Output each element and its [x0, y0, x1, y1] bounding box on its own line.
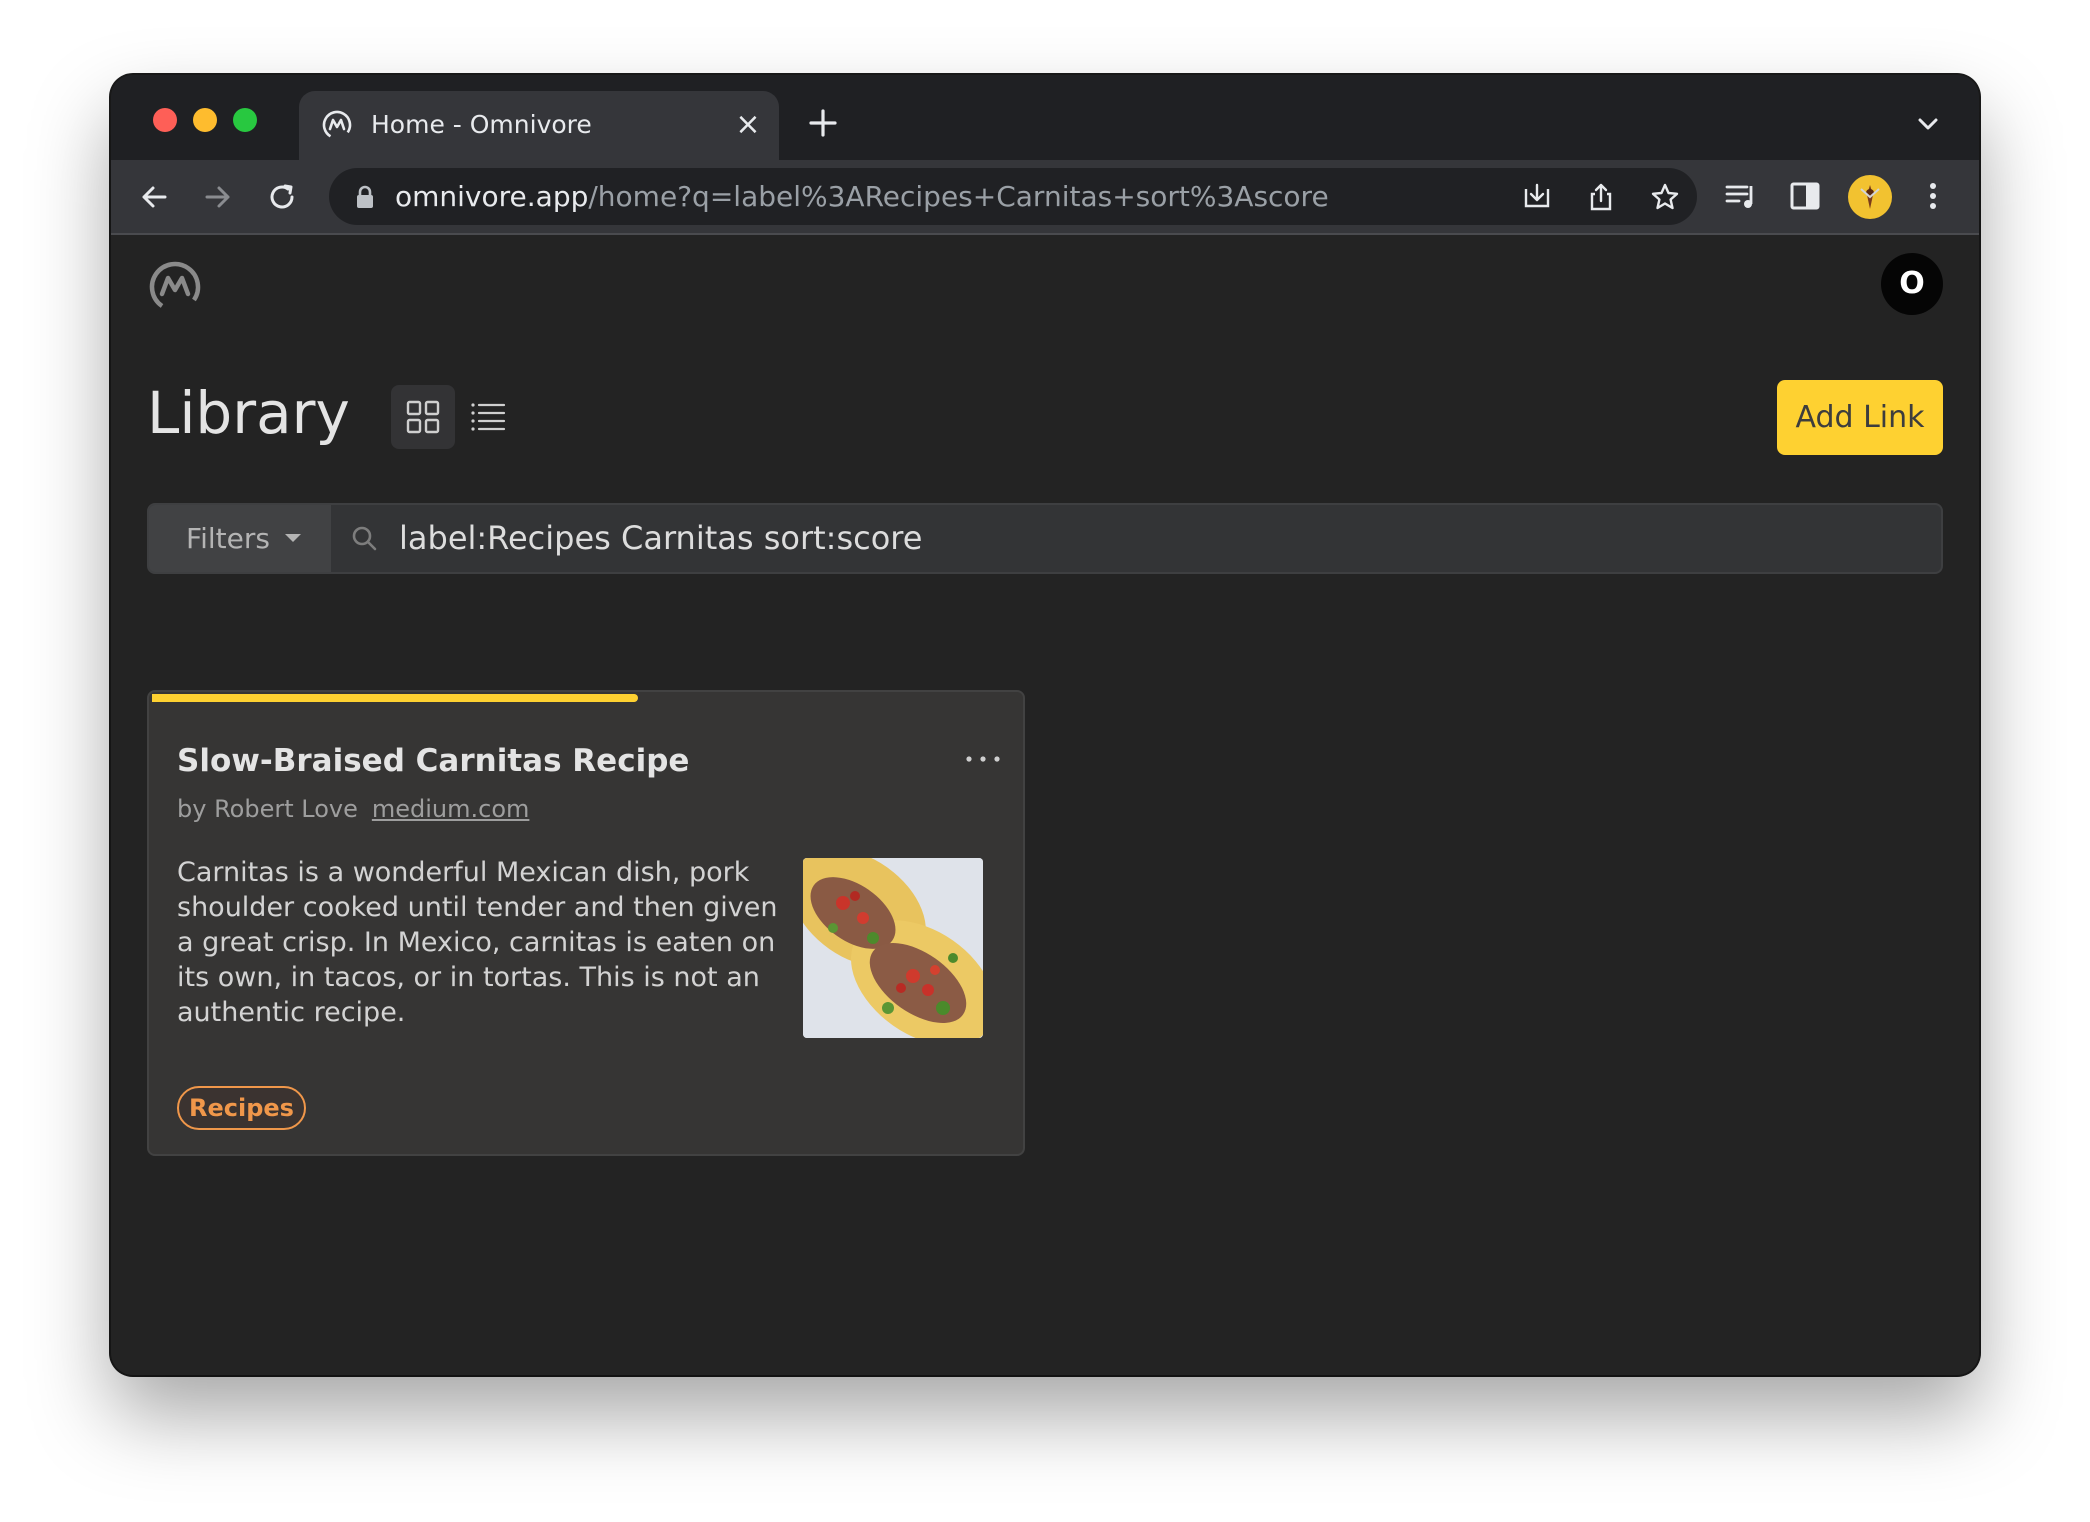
tab-title: Home - Omnivore — [371, 110, 592, 139]
omnivore-logo-icon — [322, 110, 352, 140]
address-bar[interactable]: omnivore.app/home?q=label%3ARecipes+Carn… — [329, 168, 1697, 225]
reading-progress-fill — [152, 694, 639, 702]
search-input[interactable] — [399, 505, 1899, 572]
article-byline: by Robert Love medium.com — [177, 792, 529, 826]
list-view-icon — [471, 403, 506, 431]
search-icon — [352, 526, 377, 551]
tab-home-omnivore[interactable]: Home - Omnivore × — [299, 91, 779, 160]
tab-strip: Home - Omnivore × — [111, 75, 1979, 160]
browser-window: Home - Omnivore × omnivore.app/home?q=la… — [111, 75, 1979, 1375]
tab-search-chevron-icon[interactable] — [1913, 109, 1943, 139]
tacos-image-icon — [803, 858, 983, 1038]
omnivore-page: O Library Add Link Filters label:Recipes… — [111, 235, 1979, 1375]
article-author: by Robert Love — [177, 795, 358, 823]
url-text[interactable]: omnivore.app/home?q=label%3ARecipes+Carn… — [395, 178, 1329, 216]
url-path: /home?q=label%3ARecipes+Carnitas+sort%3A… — [588, 180, 1329, 213]
filters-dropdown[interactable]: Filters — [149, 505, 331, 572]
user-avatar[interactable]: O — [1881, 253, 1943, 315]
label-recipes[interactable]: Recipes — [177, 1086, 306, 1130]
profile-picture-icon — [1860, 185, 1880, 209]
forward-arrow-icon[interactable] — [199, 178, 237, 216]
article-description: Carnitas is a wonderful Mexican dish, po… — [177, 857, 778, 1028]
url-host: omnivore.app — [395, 180, 589, 213]
grid-view-button[interactable] — [391, 385, 455, 449]
article-title[interactable]: Slow-Braised Carnitas Recipe — [177, 740, 689, 782]
reload-icon[interactable] — [263, 178, 301, 216]
close-window-button[interactable] — [153, 108, 177, 132]
article-card[interactable]: Slow-Braised Carnitas Recipe by Robert L… — [147, 690, 1025, 1156]
filters-label: Filters — [186, 522, 270, 555]
add-link-button[interactable]: Add Link — [1777, 380, 1943, 455]
search-bar: Filters — [147, 503, 1943, 574]
lock-icon[interactable] — [355, 184, 375, 210]
article-source-link[interactable]: medium.com — [372, 795, 530, 823]
list-view-button[interactable] — [456, 385, 520, 449]
maximize-window-button[interactable] — [233, 108, 257, 132]
article-thumbnail — [803, 858, 983, 1038]
install-app-icon[interactable] — [1521, 181, 1553, 213]
omnivore-logo-icon[interactable] — [147, 259, 203, 315]
reading-progress-bar — [152, 694, 1020, 702]
browser-profile-avatar[interactable] — [1848, 175, 1892, 219]
more-horizontal-icon[interactable] — [963, 752, 1003, 766]
minimize-window-button[interactable] — [193, 108, 217, 132]
browser-toolbar: omnivore.app/home?q=label%3ARecipes+Carn… — [111, 160, 1979, 235]
caret-down-icon — [285, 534, 301, 542]
share-icon[interactable] — [1585, 181, 1617, 213]
reading-list-icon[interactable] — [1723, 178, 1759, 214]
tab-close-icon[interactable]: × — [731, 108, 765, 142]
back-arrow-icon[interactable] — [135, 178, 173, 216]
side-panel-icon[interactable] — [1787, 178, 1823, 214]
more-options-icon[interactable] — [1915, 178, 1951, 214]
bookmark-star-icon[interactable] — [1649, 181, 1681, 213]
page-title: Library — [147, 379, 350, 447]
grid-view-icon — [406, 400, 440, 434]
new-tab-plus-icon[interactable] — [803, 103, 843, 143]
